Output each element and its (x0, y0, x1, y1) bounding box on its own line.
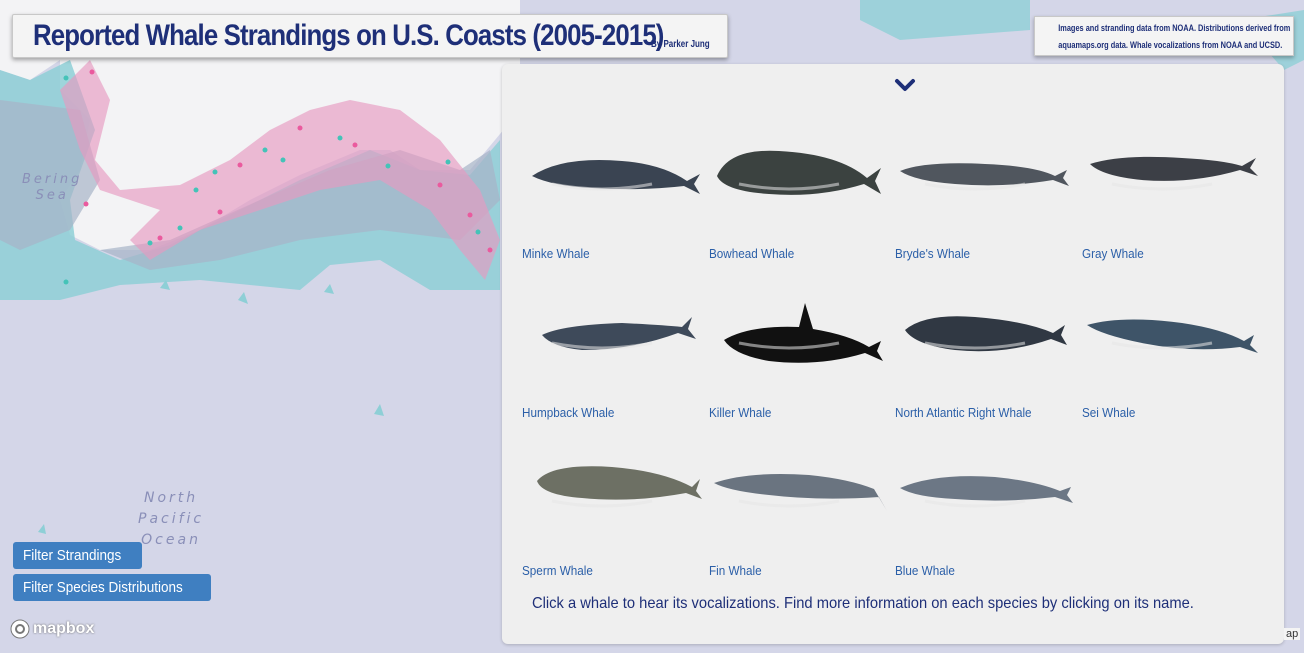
map-label-line: Ocean (141, 532, 201, 548)
credits-box: Images and stranding data from NOAA. Dis… (1034, 16, 1294, 56)
whale-name-link[interactable]: Fin Whale (709, 563, 762, 578)
whale-illustration[interactable] (895, 453, 1075, 543)
whale-card[interactable]: Humpback Whale (522, 295, 702, 435)
whale-illustration[interactable] (709, 453, 889, 543)
whale-illustration[interactable] (1082, 295, 1262, 385)
whale-name-link[interactable]: Gray Whale (1082, 246, 1144, 261)
whale-card[interactable]: Sei Whale (1082, 295, 1262, 435)
mapbox-icon (10, 619, 30, 639)
map-label-line: Pacific (138, 511, 205, 527)
filter-species-button[interactable]: Filter Species Distributions (13, 574, 211, 601)
whale-name-link[interactable]: Sei Whale (1082, 405, 1135, 420)
whale-illustration[interactable] (522, 136, 702, 226)
whale-illustration[interactable] (709, 295, 889, 385)
whale-name-link[interactable]: Killer Whale (709, 405, 771, 420)
whale-card[interactable]: Gray Whale (1082, 136, 1262, 276)
bering-sea-label: Bering Sea (22, 172, 82, 204)
whale-illustration[interactable] (709, 136, 889, 226)
mapbox-logo[interactable]: mapbox (10, 618, 94, 640)
whale-card[interactable]: Bowhead Whale (709, 136, 889, 276)
credits-line-1: Images and stranding data from NOAA. Dis… (1058, 23, 1291, 33)
whale-name-link[interactable]: Bryde's Whale (895, 246, 970, 261)
whale-card[interactable]: Fin Whale (709, 453, 889, 593)
whale-illustration[interactable] (895, 136, 1075, 226)
page-title: Reported Whale Strandings on U.S. Coasts… (33, 19, 664, 52)
whale-illustration[interactable] (1082, 136, 1262, 226)
chevron-down-icon[interactable] (894, 74, 916, 96)
north-pacific-label: North Pacific Ocean (138, 488, 204, 551)
title-box: Reported Whale Strandings on U.S. Coasts… (12, 14, 728, 58)
instruction-text: Click a whale to hear its vocalizations.… (532, 595, 1194, 612)
whale-name-link[interactable]: Humpback Whale (522, 405, 614, 420)
credits-line-2: aquamaps.org data. Whale vocalizations f… (1058, 40, 1283, 50)
whale-card[interactable]: Minke Whale (522, 136, 702, 276)
whale-card[interactable]: Bryde's Whale (895, 136, 1075, 276)
whale-illustration[interactable] (522, 295, 702, 385)
map-label-line: North (143, 490, 199, 506)
whale-illustration[interactable] (522, 453, 702, 543)
whale-illustration[interactable] (895, 295, 1075, 385)
whale-name-link[interactable]: Minke Whale (522, 246, 590, 261)
byline: By Parker Jung (651, 39, 710, 50)
filter-strandings-label: Filter Strandings (23, 547, 122, 564)
whale-panel: Minke Whale Bowhead Whale Bryde's Whale Gra… (502, 64, 1284, 644)
filter-species-label: Filter Species Distributions (23, 579, 183, 596)
whale-card[interactable]: Killer Whale (709, 295, 889, 435)
whale-name-link[interactable]: North Atlantic Right Whale (895, 405, 1032, 420)
mapbox-logo-text: mapbox (33, 620, 95, 637)
filter-strandings-button[interactable]: Filter Strandings (13, 542, 143, 569)
map-label-line: Sea (35, 188, 69, 203)
whale-name-link[interactable]: Bowhead Whale (709, 246, 794, 261)
whale-name-link[interactable]: Sperm Whale (522, 563, 593, 578)
whale-card[interactable]: Blue Whale (895, 453, 1075, 593)
whale-card[interactable]: North Atlantic Right Whale (895, 295, 1075, 435)
map-label-line: Bering (22, 172, 83, 187)
map-attribution[interactable]: ap (1284, 628, 1301, 640)
whale-name-link[interactable]: Blue Whale (895, 563, 955, 578)
whale-card[interactable]: Sperm Whale (522, 453, 702, 593)
